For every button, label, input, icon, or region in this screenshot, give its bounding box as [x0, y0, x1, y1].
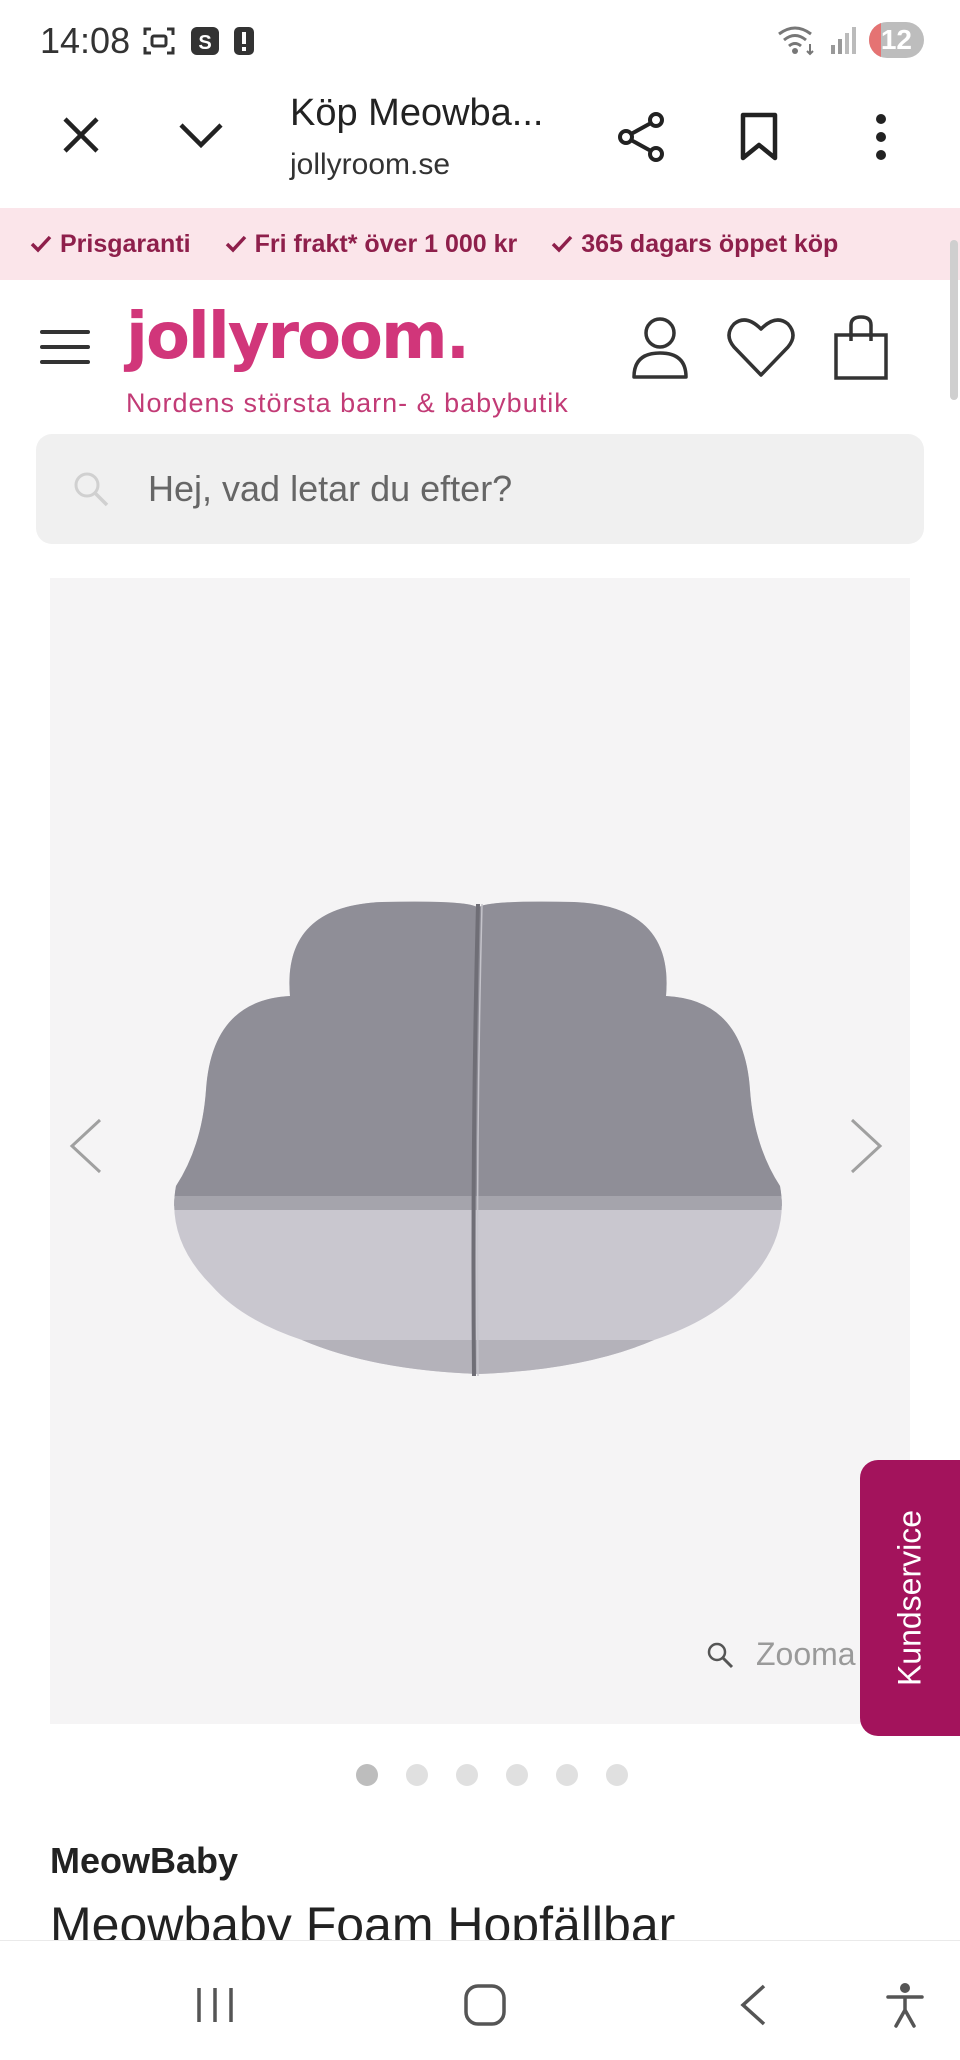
gallery-dot[interactable]: [606, 1764, 628, 1786]
check-icon: [30, 235, 52, 253]
customer-service-label: Kundservice: [891, 1509, 928, 1687]
menu-line: [40, 360, 90, 364]
svg-text:S: S: [198, 32, 211, 54]
signal-icon: [830, 27, 856, 54]
chevron-left-icon: [69, 1118, 102, 1174]
gallery-dot[interactable]: [456, 1764, 478, 1786]
check-icon: [552, 235, 573, 253]
gallery-dots: [356, 1764, 628, 1786]
battery-indicator: 12: [868, 22, 924, 58]
gallery-next-button[interactable]: [846, 1116, 906, 1196]
zoom-icon: [707, 1642, 734, 1668]
account-button[interactable]: [630, 315, 700, 387]
promo-strip: Prisgaranti Fri frakt* över 1 000 kr 365…: [0, 208, 960, 280]
more-vert-icon: [876, 114, 886, 160]
menu-line: [40, 330, 90, 334]
screenshot-icon: [143, 27, 175, 55]
recent-apps-button[interactable]: [180, 1970, 250, 2040]
home-icon: [464, 1984, 506, 2026]
s-app-icon: S: [191, 27, 219, 55]
status-bar: 14:08 S 12: [0, 0, 960, 80]
alert-icon: [234, 27, 254, 55]
close-icon: [63, 117, 99, 153]
shopping-bag-icon: [834, 315, 888, 380]
site-logo[interactable]: jollyroom.: [126, 300, 470, 374]
customer-service-tab[interactable]: Kundservice: [860, 1460, 960, 1736]
product-image[interactable]: [172, 900, 784, 1380]
gallery-dot[interactable]: [356, 1764, 378, 1786]
recent-apps-icon: [197, 1988, 233, 2022]
gallery-dot[interactable]: [406, 1764, 428, 1786]
search-input[interactable]: [146, 467, 850, 511]
promo-item: Prisgaranti: [30, 230, 191, 259]
chevron-right-icon: [850, 1118, 883, 1174]
product-gallery[interactable]: [50, 578, 910, 1724]
back-icon: [740, 1984, 766, 2026]
cart-button[interactable]: [832, 315, 902, 387]
status-time: 14:08: [40, 20, 131, 61]
url-label[interactable]: jollyroom.se: [290, 148, 450, 182]
menu-line: [40, 345, 90, 349]
user-icon: [632, 317, 688, 379]
accessibility-button[interactable]: [870, 1970, 940, 2040]
gallery-dot[interactable]: [506, 1764, 528, 1786]
wifi-icon: [777, 26, 814, 56]
check-icon: [225, 235, 246, 253]
more-options-button[interactable]: [846, 102, 916, 172]
back-button[interactable]: [718, 1970, 788, 2040]
tab-title[interactable]: Köp Meowba...: [290, 92, 543, 135]
accessibility-icon: [886, 1983, 924, 2028]
promo-item: Fri frakt* över 1 000 kr: [225, 230, 517, 259]
site-tagline: Nordens största barn- & babybutik: [126, 388, 569, 418]
share-icon: [618, 112, 664, 162]
bookmark-button[interactable]: [724, 102, 794, 172]
minimize-button[interactable]: [166, 100, 236, 170]
page-scrollbar[interactable]: [950, 240, 958, 400]
close-tab-button[interactable]: [46, 100, 116, 170]
search-bar[interactable]: [36, 434, 924, 544]
zoom-label: Zooma: [756, 1636, 856, 1672]
status-right: 12: [777, 22, 924, 58]
gallery-prev-button[interactable]: [66, 1116, 126, 1196]
promo-item: 365 dagars öppet köp: [551, 230, 838, 259]
gallery-dot[interactable]: [556, 1764, 578, 1786]
chevron-down-icon: [179, 123, 223, 149]
share-button[interactable]: [606, 102, 676, 172]
zoom-button[interactable]: Zooma: [706, 1636, 856, 1673]
search-icon: [74, 472, 109, 507]
menu-button[interactable]: [40, 330, 90, 366]
wishlist-button[interactable]: [726, 315, 796, 387]
heart-icon: [727, 318, 795, 377]
product-brand[interactable]: MeowBaby: [50, 1840, 238, 1882]
home-button[interactable]: [450, 1970, 520, 2040]
bookmark-icon: [740, 112, 778, 161]
